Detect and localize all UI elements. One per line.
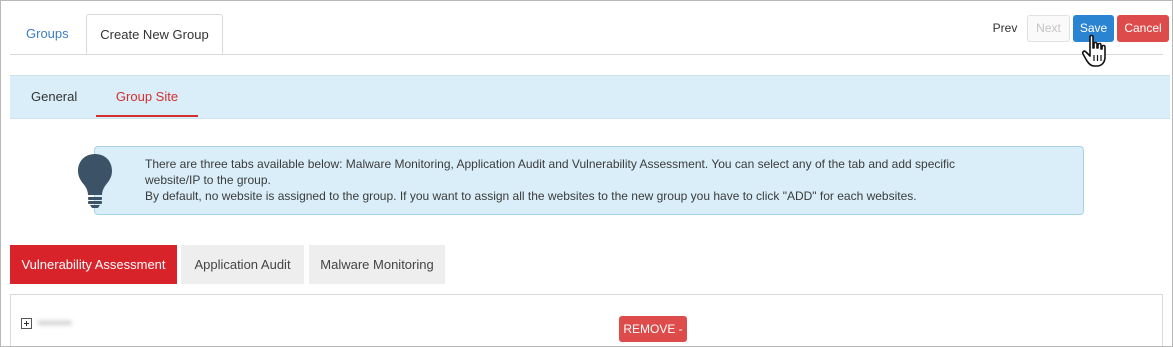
tab-divider	[10, 54, 1163, 55]
lightbulb-icon	[78, 154, 112, 208]
expand-icon[interactable]	[21, 318, 32, 329]
cancel-button[interactable]: Cancel	[1117, 15, 1169, 42]
info-line-3: By default, no website is assigned to th…	[145, 189, 917, 203]
next-button[interactable]: Next	[1027, 15, 1070, 42]
hand-cursor-icon	[1081, 34, 1106, 67]
tab-create-new-group[interactable]: Create New Group	[86, 14, 223, 54]
info-message-box: There are three tabs available below: Ma…	[94, 146, 1084, 215]
site-name: ••••••••	[38, 316, 72, 330]
info-message-text: There are three tabs available below: Ma…	[145, 156, 1075, 204]
tab-general[interactable]: General	[31, 76, 77, 118]
info-line-1: There are three tabs available below: Ma…	[145, 157, 956, 171]
tab-malware-monitoring[interactable]: Malware Monitoring	[309, 245, 445, 284]
prev-button[interactable]: Prev	[986, 16, 1024, 40]
site-list-panel	[10, 294, 1163, 346]
sub-nav-bar: General Group Site	[10, 75, 1170, 119]
active-tab-indicator	[96, 115, 198, 117]
tab-groups[interactable]: Groups	[11, 14, 85, 54]
tab-vulnerability-assessment[interactable]: Vulnerability Assessment	[10, 245, 177, 284]
info-line-2: website/IP to the group.	[145, 173, 271, 187]
tab-group-site[interactable]: Group Site	[96, 76, 198, 118]
remove-button[interactable]: REMOVE -	[619, 316, 687, 342]
tab-application-audit[interactable]: Application Audit	[181, 245, 304, 284]
